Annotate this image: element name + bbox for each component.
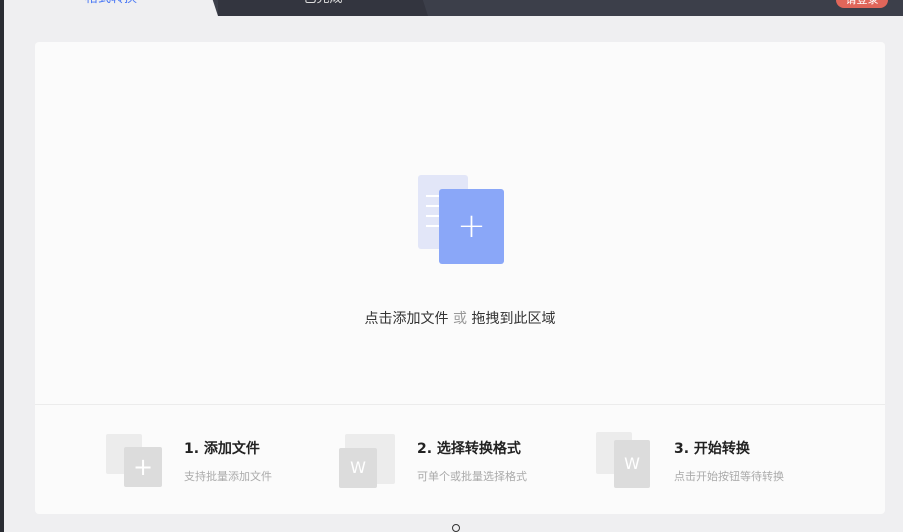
tab-completed[interactable]: 已完成 bbox=[218, 0, 428, 16]
main-panel: + 点击添加文件 或 拖拽到此区域 + 1. 添加文件 支持批量添加文件 W 2… bbox=[35, 42, 885, 514]
step-title: 3. 开始转换 bbox=[674, 441, 750, 457]
file-drop-zone[interactable]: + 点击添加文件 或 拖拽到此区域 bbox=[35, 42, 885, 404]
step-desc: 支持批量添加文件 bbox=[184, 470, 272, 483]
add-file-icon[interactable]: + bbox=[439, 189, 504, 264]
step-title: 1. 添加文件 bbox=[184, 441, 260, 457]
hint-add: 点击添加文件 bbox=[364, 311, 449, 327]
divider bbox=[35, 404, 885, 405]
step-desc: 点击开始按钮等待转换 bbox=[674, 470, 784, 483]
window-edge bbox=[0, 0, 4, 532]
login-button[interactable]: 请登录 bbox=[836, 0, 888, 8]
add-files-step-icon: + bbox=[106, 430, 166, 488]
hint-or: 或 bbox=[453, 311, 467, 327]
step-desc: 可单个或批量选择格式 bbox=[417, 470, 527, 483]
start-convert-step-icon: W bbox=[596, 430, 656, 488]
step-title: 2. 选择转换格式 bbox=[417, 441, 521, 457]
mouse-cursor bbox=[452, 524, 460, 532]
tab-format-convert[interactable]: 格式转换 bbox=[4, 0, 218, 16]
select-format-step-icon: W bbox=[339, 430, 399, 488]
hint-drag: 拖拽到此区域 bbox=[471, 311, 556, 327]
drop-hint: 点击添加文件 或 拖拽到此区域 bbox=[35, 308, 885, 328]
